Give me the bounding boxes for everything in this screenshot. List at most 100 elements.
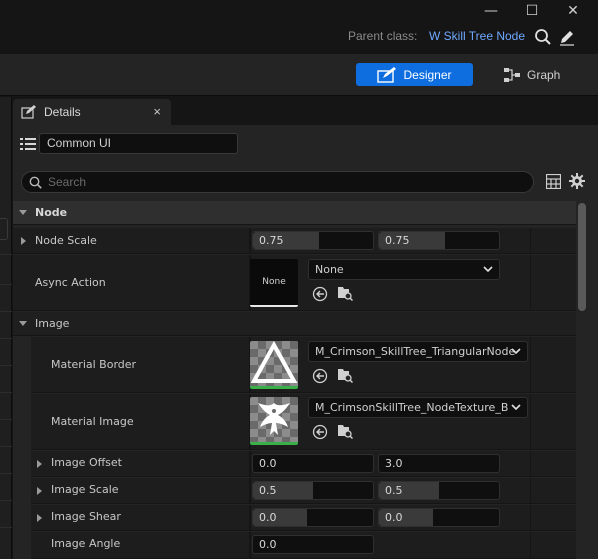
async-action-value: None [315,263,344,276]
image-shear-y-field[interactable]: 0.0 [378,508,500,527]
search-box[interactable] [21,171,534,193]
material-image-dropdown[interactable]: M_CrimsonSkillTree_NodeTexture_B [308,397,528,418]
chevron-down-icon [483,266,493,272]
node-scale-x-value: 0.75 [259,234,284,247]
chevron-down-icon [511,404,521,410]
details-tab-label: Details [44,105,81,119]
indent-guide [13,337,31,557]
image-offset-x-field[interactable]: 0.0 [252,454,374,473]
material-image-label: Material Image [51,415,134,428]
material-border-dropdown[interactable]: M_Crimson_SkillTree_TriangularNode [308,341,528,362]
image-scale-x-field[interactable]: 0.5 [252,481,374,500]
edit-pencil-icon[interactable] [558,28,576,46]
collapse-arrow-icon[interactable] [19,321,27,326]
search-icon [29,176,42,189]
node-scale-x-field[interactable]: 0.75 [252,231,374,250]
material-border-value: M_Crimson_SkillTree_TriangularNode [315,345,516,358]
left-panel-field [0,218,8,240]
node-scale-y-field[interactable]: 0.75 [378,231,500,250]
left-panel-edge [0,97,12,559]
triangle-node-icon [250,341,298,383]
left-panel-divider [0,419,12,420]
column-splitter[interactable] [249,228,251,253]
designer-label: Designer [403,67,452,82]
find-icon[interactable] [534,28,552,46]
material-image-value: M_CrimsonSkillTree_NodeTexture_B [315,401,509,414]
browse-asset-icon[interactable] [337,285,353,301]
async-action-label: Async Action [35,276,106,289]
expand-arrow-icon[interactable] [37,514,42,522]
column-splitter[interactable] [249,532,251,558]
node-scale-y-value: 0.75 [385,234,410,247]
image-angle-field[interactable]: 0.0 [252,535,374,554]
common-ui-field[interactable]: Common UI [39,133,238,154]
left-panel-divider [0,284,12,285]
left-panel-divider [0,500,12,501]
scrollbar-thumb[interactable] [578,203,586,311]
category-image[interactable]: Image [13,312,576,336]
category-node[interactable]: Node [13,201,576,225]
parent-class-link[interactable]: W Skill Tree Node [429,29,525,43]
left-panel-divider [0,473,12,474]
tab-details[interactable]: Details × [13,99,171,125]
collapse-arrow-icon[interactable] [19,210,27,215]
designer-mode-button[interactable]: Designer [356,63,473,86]
close-tab-icon[interactable]: × [153,104,161,119]
designer-icon [377,66,397,83]
column-splitter[interactable] [249,478,251,503]
minimize-button[interactable]: — [471,0,511,22]
details-pencil-icon [21,105,36,119]
image-offset-y-field[interactable]: 3.0 [378,454,500,473]
image-offset-x-value: 0.0 [259,457,277,470]
parent-class-label: Parent class: [348,29,418,43]
image-angle-value: 0.0 [259,538,277,551]
image-scale-label: Image Scale [51,483,119,496]
expand-arrow-icon[interactable] [37,487,42,495]
column-splitter[interactable] [249,505,251,530]
column-splitter [530,337,531,392]
browse-asset-icon[interactable] [337,367,353,383]
column-splitter [530,532,531,558]
graph-label: Graph [527,67,561,82]
use-selected-asset-icon[interactable] [312,368,328,384]
column-splitter [530,478,531,503]
close-window-button[interactable]: ✕ [553,0,593,22]
image-shear-x-field[interactable]: 0.0 [252,508,374,527]
browse-asset-icon[interactable] [337,423,353,439]
column-splitter [530,505,531,530]
table-view-icon[interactable] [546,174,561,189]
expand-arrow-icon[interactable] [37,460,42,468]
image-shear-y-value: 0.0 [385,511,403,524]
settings-gear-icon[interactable] [569,173,585,189]
async-action-dropdown[interactable]: None [308,259,500,280]
column-splitter [530,228,531,253]
material-image-thumbnail[interactable] [250,397,298,445]
expand-arrow-icon[interactable] [21,237,26,245]
image-offset-label: Image Offset [51,456,122,469]
column-splitter [530,451,531,476]
image-angle-label: Image Angle [51,537,121,550]
image-shear-x-value: 0.0 [259,511,277,524]
maximize-button[interactable]: ☐ [512,0,552,22]
left-panel-divider [0,446,12,447]
column-splitter[interactable] [249,451,251,476]
material-border-label: Material Border [51,358,137,371]
list-icon [20,138,36,150]
left-panel-divider [0,527,12,528]
left-panel-divider [0,254,12,255]
phoenix-emblem-icon [258,403,290,435]
use-selected-asset-icon[interactable] [312,286,328,302]
image-scale-y-value: 0.5 [385,484,403,497]
category-image-label: Image [35,317,70,330]
async-action-thumbnail[interactable]: None [250,259,298,307]
material-border-thumbnail[interactable] [250,341,298,389]
use-selected-asset-icon[interactable] [312,424,328,440]
column-splitter [530,394,531,449]
left-panel-divider [0,338,12,339]
search-input[interactable] [48,174,518,190]
left-panel-divider [0,365,12,366]
graph-mode-button[interactable]: Graph [503,63,573,86]
chevron-down-icon [511,348,521,354]
image-scale-y-field[interactable]: 0.5 [378,481,500,500]
graph-icon [504,67,520,82]
